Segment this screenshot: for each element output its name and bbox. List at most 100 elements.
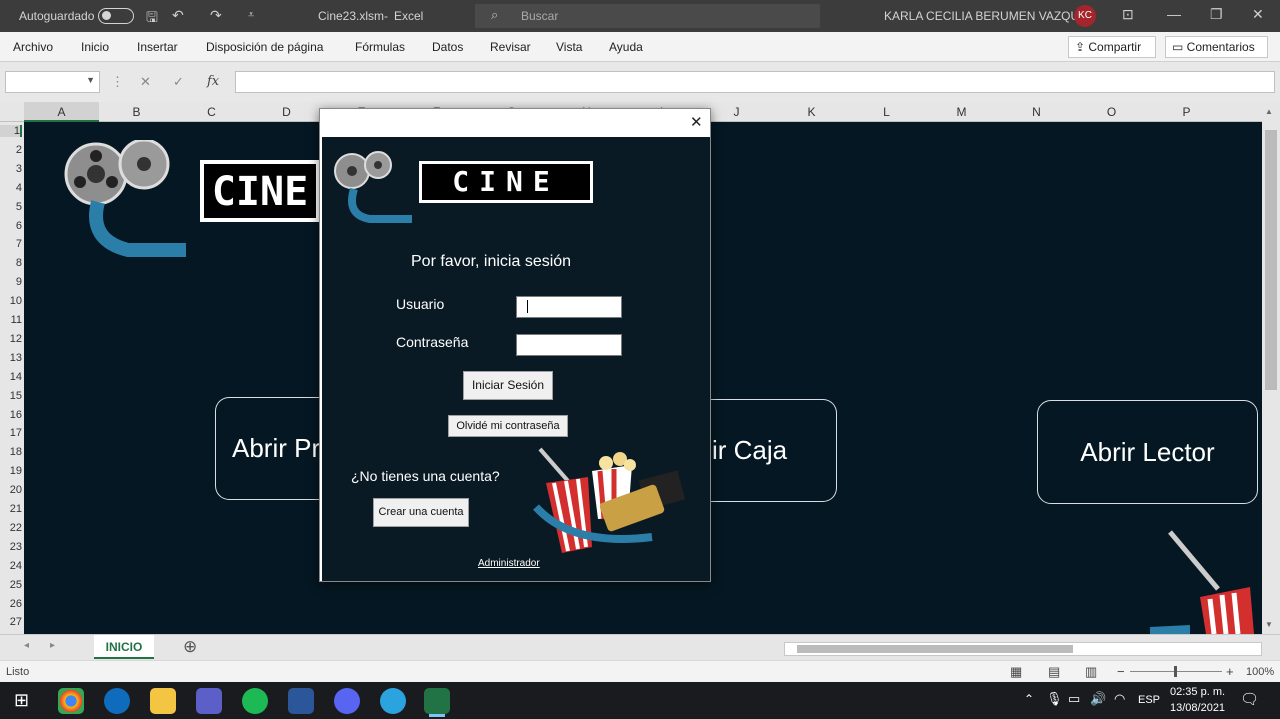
page-break-icon[interactable]: ▥ <box>1085 664 1097 680</box>
row-header-2[interactable]: 2 <box>0 144 22 156</box>
row-header-3[interactable]: 3 <box>0 163 22 175</box>
telegram-icon[interactable] <box>380 688 406 714</box>
password-input[interactable] <box>516 334 622 356</box>
row-header-1[interactable]: 1 <box>0 125 22 137</box>
row-header-22[interactable]: 22 <box>0 522 22 534</box>
forgot-password-button[interactable]: Olvidé mi contraseña <box>448 415 568 437</box>
redo-icon[interactable]: ↷ <box>210 7 222 24</box>
vertical-scrollbar[interactable]: ▲ ▼ <box>1262 102 1280 634</box>
wifi-icon[interactable]: ◠ <box>1114 691 1125 707</box>
open-pr-button[interactable]: Abrir Pr <box>215 397 325 500</box>
zoom-in-icon[interactable]: + <box>1226 664 1234 679</box>
zoom-slider-thumb[interactable] <box>1174 666 1177 677</box>
row-header-12[interactable]: 12 <box>0 333 22 345</box>
language-indicator[interactable]: ESP <box>1138 694 1160 706</box>
row-header-20[interactable]: 20 <box>0 484 22 496</box>
row-header-16[interactable]: 16 <box>0 409 22 421</box>
clock-time[interactable]: 02:35 p. m. <box>1170 686 1225 698</box>
insert-function-icon[interactable]: fx <box>207 74 219 89</box>
zoom-level[interactable]: 100% <box>1246 666 1274 678</box>
column-header-a[interactable]: A <box>24 102 99 122</box>
column-header-n[interactable]: N <box>999 105 1074 119</box>
close-icon[interactable]: ✕ <box>690 113 703 131</box>
tab-formulas[interactable]: Fórmulas <box>355 40 405 54</box>
avatar[interactable]: KC <box>1074 5 1096 27</box>
teams-icon[interactable] <box>196 688 222 714</box>
column-header-l[interactable]: L <box>849 105 924 119</box>
tab-datos[interactable]: Datos <box>432 40 463 54</box>
create-account-button[interactable]: Crear una cuenta <box>373 498 469 527</box>
column-header-c[interactable]: C <box>174 105 249 119</box>
column-header-o[interactable]: O <box>1074 105 1149 119</box>
select-all-corner[interactable] <box>0 102 24 122</box>
edge-icon[interactable] <box>104 688 130 714</box>
comments-button[interactable]: ▭ Comentarios <box>1165 36 1268 58</box>
page-layout-icon[interactable]: ▤ <box>1048 664 1060 680</box>
chrome-icon[interactable] <box>58 688 84 714</box>
row-header-14[interactable]: 14 <box>0 371 22 383</box>
tab-vista[interactable]: Vista <box>556 40 582 54</box>
normal-view-icon[interactable]: ▦ <box>1010 664 1022 680</box>
row-header-24[interactable]: 24 <box>0 560 22 572</box>
excel-icon[interactable] <box>424 688 450 714</box>
row-header-10[interactable]: 10 <box>0 295 22 307</box>
horizontal-scrollbar[interactable] <box>784 642 1262 656</box>
row-header-6[interactable]: 6 <box>0 220 22 232</box>
tab-archivo[interactable]: Archivo <box>13 40 53 54</box>
column-header-p[interactable]: P <box>1149 105 1224 119</box>
add-sheet-icon[interactable]: ⊕ <box>183 637 197 657</box>
minimize-icon[interactable]: — <box>1167 6 1181 22</box>
tab-inicio[interactable]: Inicio <box>81 40 109 54</box>
restore-icon[interactable]: ❐ <box>1210 6 1223 23</box>
name-box[interactable]: ▼ <box>5 71 100 93</box>
row-header-21[interactable]: 21 <box>0 503 22 515</box>
column-header-m[interactable]: M <box>924 105 999 119</box>
user-input[interactable] <box>516 296 622 318</box>
clock-date[interactable]: 13/08/2021 <box>1170 702 1225 714</box>
prev-sheet-icon[interactable]: ◂ <box>24 640 29 651</box>
close-icon[interactable]: ✕ <box>1252 6 1264 23</box>
tab-ayuda[interactable]: Ayuda <box>609 40 643 54</box>
chevron-down-icon[interactable]: ▼ <box>86 75 95 85</box>
row-header-25[interactable]: 25 <box>0 579 22 591</box>
row-header-19[interactable]: 19 <box>0 465 22 477</box>
zoom-out-icon[interactable]: − <box>1117 664 1125 679</box>
row-header-7[interactable]: 7 <box>0 238 22 250</box>
sheet-tab-inicio[interactable]: INICIO <box>94 635 154 659</box>
row-header-27[interactable]: 27 <box>0 616 22 628</box>
row-header-26[interactable]: 26 <box>0 598 22 610</box>
enter-icon[interactable]: ✓ <box>173 74 184 90</box>
discord-icon[interactable] <box>334 688 360 714</box>
admin-link[interactable]: Administrador <box>478 558 540 569</box>
search-box[interactable]: ⌕ Buscar <box>475 4 820 28</box>
login-button[interactable]: Iniciar Sesión <box>463 371 553 400</box>
tab-revisar[interactable]: Revisar <box>490 40 531 54</box>
file-explorer-icon[interactable] <box>150 688 176 714</box>
next-sheet-icon[interactable]: ▸ <box>50 640 55 651</box>
column-header-k[interactable]: K <box>774 105 849 119</box>
row-header-11[interactable]: 11 <box>0 314 22 326</box>
scroll-up-icon[interactable]: ▲ <box>1265 107 1273 116</box>
row-header-23[interactable]: 23 <box>0 541 22 553</box>
column-header-d[interactable]: D <box>249 105 324 119</box>
open-caja-button[interactable]: ir Caja <box>710 399 837 502</box>
row-header-8[interactable]: 8 <box>0 257 22 269</box>
formula-input[interactable] <box>235 71 1275 93</box>
volume-icon[interactable]: 🔊 <box>1090 691 1106 707</box>
customize-qat-icon[interactable]: ⩡ <box>248 9 254 22</box>
chevron-up-icon[interactable]: ⌃ <box>1024 692 1034 706</box>
spotify-icon[interactable] <box>242 688 268 714</box>
autosave-toggle[interactable] <box>98 8 134 24</box>
save-icon[interactable]: 🖫 <box>146 7 158 31</box>
open-lector-button[interactable]: Abrir Lector <box>1037 400 1258 504</box>
microphone-icon[interactable]: 🎙 <box>1046 691 1063 707</box>
ribbon-display-icon[interactable]: ⊡ <box>1122 6 1134 23</box>
tab-disposicion[interactable]: Disposición de página <box>206 40 323 54</box>
column-header-b[interactable]: B <box>99 105 174 119</box>
scroll-down-icon[interactable]: ▼ <box>1265 620 1273 629</box>
row-header-13[interactable]: 13 <box>0 352 22 364</box>
row-header-9[interactable]: 9 <box>0 276 22 288</box>
hscroll-thumb[interactable] <box>797 645 1073 653</box>
windows-start-icon[interactable]: ⊞ <box>14 690 29 711</box>
cancel-icon[interactable]: ✕ <box>140 74 151 90</box>
